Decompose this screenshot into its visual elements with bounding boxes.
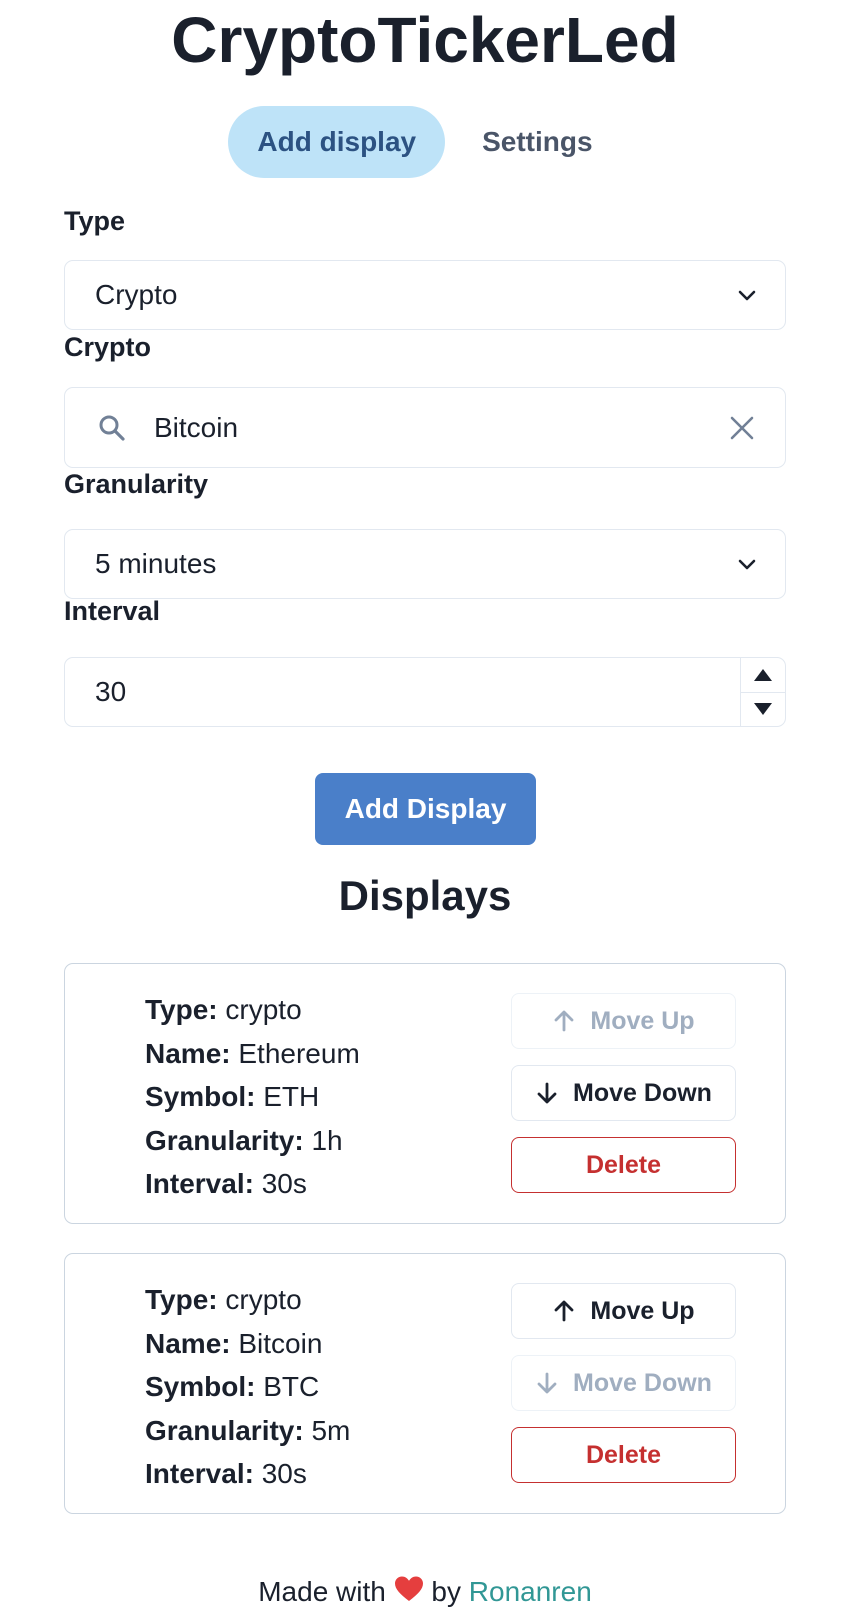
footer-prefix: Made with [258,1576,386,1607]
chevron-down-icon [738,559,756,570]
move-down-label: Move Down [573,1078,712,1107]
display-granularity-label: Granularity: [145,1414,304,1446]
interval-number-input[interactable]: 30 [64,657,786,727]
arrow-up-icon [555,1300,574,1322]
crypto-search-value: Bitcoin [154,411,239,443]
display-symbol-label: Symbol: [145,1371,256,1402]
search-icon [99,415,125,441]
displays-title: Displays [338,872,512,919]
delete-button[interactable]: Delete [511,1427,736,1483]
display-type-row: Type: crypto [145,1278,350,1322]
footer: Made with by Ronanren [0,1575,850,1608]
display-type-value: crypto [225,994,302,1025]
delete-label: Delete [585,1150,662,1179]
granularity-label: Granularity [64,469,209,499]
display-symbol-label: Symbol: [145,1081,256,1112]
decrement-button[interactable] [741,691,785,727]
display-interval-row: Interval: 30s [145,1162,360,1206]
arrow-up-icon [555,1010,574,1032]
display-symbol-row: Symbol: ETH [145,1075,360,1119]
display-type-label: Type: [145,994,218,1025]
tab-bar: Add display Settings [0,106,850,178]
move-up-label: Move Up [590,1296,695,1325]
display-granularity-label: Granularity: [145,1124,304,1156]
delete-button[interactable]: Delete [511,1137,736,1193]
display-type-row: Type: crypto [145,988,360,1032]
heart-icon [394,1576,423,1601]
delete-label: Delete [585,1440,662,1469]
footer-by: by [431,1576,461,1607]
arrow-down-icon [537,1372,557,1394]
display-symbol-value: ETH [263,1081,320,1112]
display-info: Type: crypto Name: Ethereum Symbol: ETH … [145,988,360,1206]
display-interval-value: 30s [261,1458,307,1489]
display-interval-label: Interval: [145,1168,254,1199]
move-up-label: Move Up [590,1006,695,1035]
interval-value: 30 [95,676,127,707]
move-up-button[interactable]: Move Up [511,993,736,1049]
tab-settings[interactable]: Settings [453,106,621,178]
display-symbol-value: BTC [263,1371,320,1402]
display-card: Type: crypto Name: Ethereum Symbol: ETH … [64,963,786,1224]
author-link[interactable]: Ronanren [469,1576,592,1607]
display-interval-label: Interval: [145,1458,254,1489]
display-granularity-row: Granularity: 1h [145,1119,360,1163]
app-title: CryptoTickerLed [171,4,679,76]
chevron-down-icon [738,290,756,301]
tab-add-display[interactable]: Add display [228,106,446,178]
display-info: Type: crypto Name: Bitcoin Symbol: BTC G… [145,1278,350,1496]
add-display-button[interactable]: Add Display [315,773,536,845]
move-down-button[interactable]: Move Down [511,1065,736,1121]
move-up-button[interactable]: Move Up [511,1283,736,1339]
display-name-value: Bitcoin [238,1327,323,1359]
clear-icon[interactable] [729,415,755,441]
display-granularity-value: 1h [311,1124,343,1156]
display-card: Type: crypto Name: Bitcoin Symbol: BTC G… [64,1253,786,1514]
triangle-down-icon [754,703,772,716]
type-select-value: Crypto [95,279,178,310]
display-name-value: Ethereum [238,1037,360,1069]
type-label: Type [64,206,126,236]
display-symbol-row: Symbol: BTC [145,1365,350,1409]
display-name-row: Name: Ethereum [145,1032,360,1076]
display-granularity-row: Granularity: 5m [145,1409,350,1453]
move-down-button[interactable]: Move Down [511,1355,736,1411]
display-granularity-value: 5m [311,1414,351,1446]
display-name-label: Name: [145,1037,231,1069]
crypto-search-input[interactable]: Bitcoin [64,387,786,468]
move-down-label: Move Down [573,1368,712,1397]
display-type-value: crypto [225,1284,302,1315]
display-name-label: Name: [145,1327,231,1359]
crypto-label: Crypto [64,332,151,362]
type-select[interactable]: Crypto [64,260,786,330]
display-name-row: Name: Bitcoin [145,1322,350,1366]
display-interval-value: 30s [261,1168,307,1199]
interval-label: Interval [64,596,161,626]
granularity-select-value: 5 minutes [95,548,217,579]
display-type-label: Type: [145,1284,218,1315]
arrow-down-icon [537,1082,557,1104]
interval-stepper [740,658,785,726]
triangle-up-icon [754,668,772,681]
display-interval-row: Interval: 30s [145,1452,350,1496]
increment-button[interactable] [741,658,785,692]
granularity-select[interactable]: 5 minutes [64,529,786,599]
